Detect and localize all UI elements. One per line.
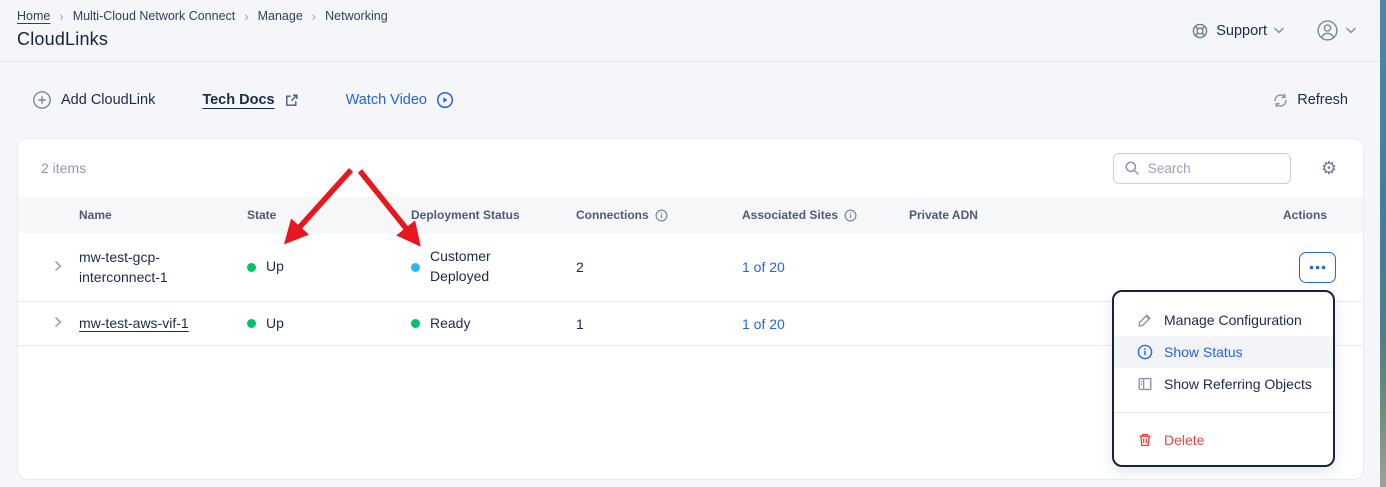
column-header-associated-sites: Associated Sites — [742, 208, 909, 222]
refresh-label: Refresh — [1297, 92, 1348, 108]
ellipsis-icon — [1309, 265, 1326, 270]
breadcrumb-mcnc[interactable]: Multi-Cloud Network Connect — [73, 9, 236, 23]
state-dot — [247, 319, 256, 328]
menu-item-label: Manage Configuration — [1164, 312, 1302, 328]
info-icon[interactable] — [844, 209, 857, 222]
gear-icon[interactable]: ⚙ — [1321, 159, 1337, 177]
chevron-down-icon — [1274, 27, 1284, 34]
search-box[interactable] — [1113, 153, 1291, 184]
support-label: Support — [1216, 23, 1267, 39]
deployment-status-dot — [411, 319, 420, 328]
state-label: Up — [266, 314, 284, 334]
support-menu[interactable]: Support — [1191, 22, 1284, 40]
refresh-icon — [1272, 92, 1289, 109]
expand-chevron-icon[interactable] — [51, 259, 65, 273]
page-title: CloudLinks — [17, 29, 108, 50]
add-cloudlink-label: Add CloudLink — [61, 92, 155, 108]
table-header-row: Name State Deployment Status Connections… — [18, 197, 1363, 233]
row-actions-context-menu: Manage Configuration Show Status Show Re… — [1112, 290, 1335, 467]
deployment-status-cell: Customer Deployed — [411, 247, 576, 286]
column-header-name: Name — [79, 208, 247, 222]
associated-sites-link[interactable]: 1 of 20 — [742, 316, 785, 332]
trash-icon — [1136, 432, 1153, 448]
search-input[interactable] — [1148, 161, 1268, 176]
connections-count: 2 — [576, 259, 742, 275]
plus-circle-icon — [32, 90, 52, 110]
pencil-icon — [1136, 312, 1153, 328]
menu-item-show-status[interactable]: Show Status — [1114, 336, 1333, 368]
menu-item-label: Show Status — [1164, 344, 1243, 360]
state-cell: Up — [247, 314, 411, 334]
user-avatar-icon — [1316, 19, 1339, 42]
state-label: Up — [266, 257, 284, 277]
menu-item-delete[interactable]: Delete — [1114, 424, 1333, 456]
add-cloudlink-button[interactable]: Add CloudLink — [32, 90, 155, 110]
state-dot — [247, 263, 256, 272]
menu-divider — [1114, 412, 1333, 413]
window-edge-strip — [1380, 0, 1386, 487]
column-header-state: State — [247, 208, 411, 222]
items-count: 2 items — [41, 160, 86, 176]
cloudlink-name: mw-test-gcp-interconnect-1 — [79, 247, 201, 288]
menu-item-manage-configuration[interactable]: Manage Configuration — [1114, 304, 1333, 336]
tech-docs-label: Tech Docs — [202, 92, 274, 108]
action-bar: Add CloudLink Tech Docs Watch Video — [17, 62, 1362, 138]
tech-docs-link[interactable]: Tech Docs — [202, 92, 298, 108]
referring-objects-icon — [1136, 376, 1153, 392]
menu-item-show-referring-objects[interactable]: Show Referring Objects — [1114, 368, 1333, 400]
column-header-private-adn: Private ADN — [909, 208, 1217, 222]
associated-sites-link[interactable]: 1 of 20 — [742, 259, 785, 275]
info-circle-icon — [1136, 344, 1153, 360]
column-header-deployment-status: Deployment Status — [411, 208, 576, 222]
support-lifebuoy-icon — [1191, 22, 1209, 40]
state-cell: Up — [247, 257, 411, 277]
cloudlink-name-link[interactable]: mw-test-aws-vif-1 — [79, 313, 201, 333]
deployment-status-dot — [411, 263, 420, 272]
breadcrumb-manage[interactable]: Manage — [258, 9, 303, 23]
breadcrumb: Home › Multi-Cloud Network Connect › Man… — [17, 9, 388, 23]
expand-chevron-icon[interactable] — [51, 315, 65, 329]
breadcrumb-separator-icon: › — [312, 10, 316, 23]
external-link-icon — [284, 93, 299, 108]
deployment-status-label: Customer Deployed — [430, 247, 504, 286]
menu-item-label: Show Referring Objects — [1164, 376, 1312, 392]
breadcrumb-separator-icon: › — [244, 10, 248, 23]
menu-item-label: Delete — [1164, 432, 1204, 448]
user-menu[interactable] — [1316, 19, 1356, 42]
search-icon — [1124, 160, 1140, 176]
breadcrumb-networking[interactable]: Networking — [325, 9, 388, 23]
play-circle-icon — [436, 91, 454, 109]
refresh-button[interactable]: Refresh — [1272, 92, 1348, 109]
watch-video-link[interactable]: Watch Video — [346, 91, 454, 109]
watch-video-label: Watch Video — [346, 92, 427, 108]
column-header-actions: Actions — [1217, 208, 1327, 222]
deployment-status-cell: Ready — [411, 314, 576, 334]
chevron-down-icon — [1346, 27, 1356, 34]
column-header-connections: Connections — [576, 208, 742, 222]
breadcrumb-separator-icon: › — [59, 10, 63, 23]
breadcrumb-home[interactable]: Home — [17, 9, 50, 23]
page-header: Home › Multi-Cloud Network Connect › Man… — [0, 0, 1380, 62]
row-actions-button[interactable] — [1299, 252, 1336, 283]
info-icon[interactable] — [655, 209, 668, 222]
deployment-status-label: Ready — [430, 314, 470, 334]
connections-count: 1 — [576, 316, 742, 332]
